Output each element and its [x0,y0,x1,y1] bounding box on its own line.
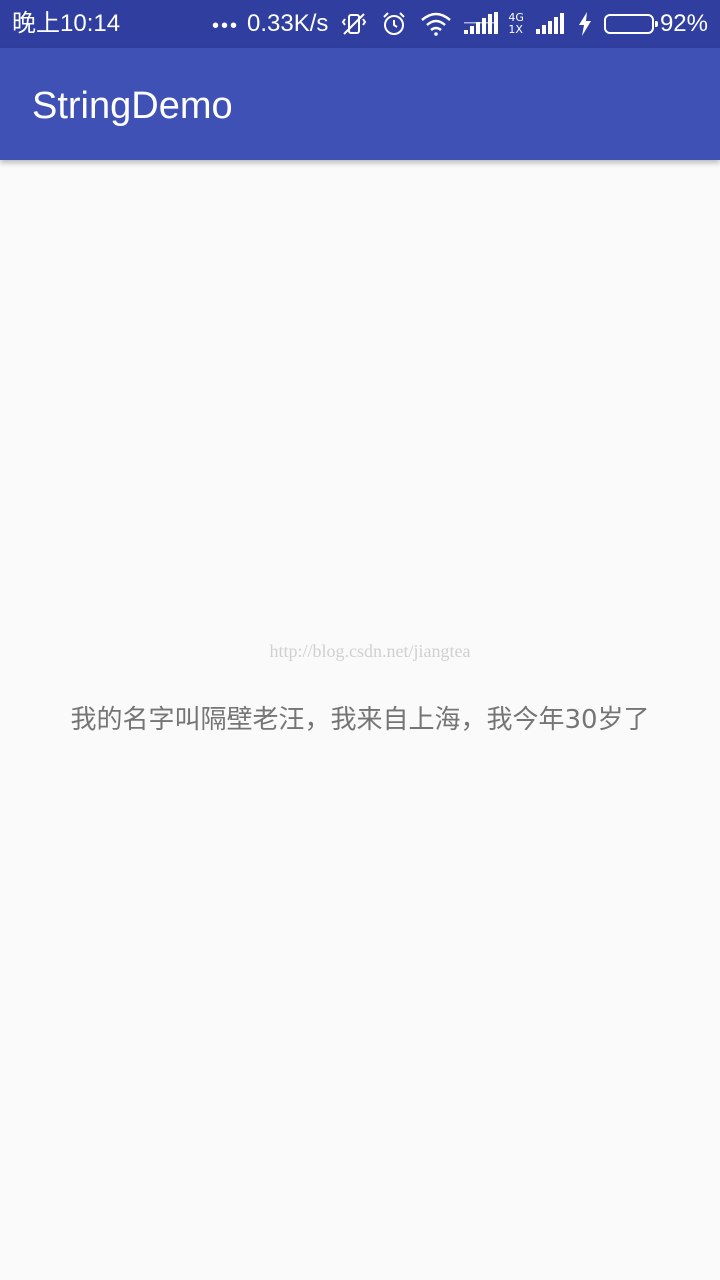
wifi-icon [420,11,452,37]
vibrate-off-icon [340,10,368,38]
network-type: 4G 1X [508,12,524,36]
network-speed-value: 0.33K/s [247,10,329,37]
network-speed: ••• 0.33K/s [212,10,328,38]
signal-4g-icon [464,12,502,36]
status-time: 晚上10:14 [12,10,121,37]
watermark-url: http://blog.csdn.net/jiangtea [269,641,471,661]
battery: 92% [603,10,708,38]
app-title: StringDemo [32,85,233,127]
battery-tip [654,21,658,27]
battery-icon [603,14,658,34]
string-text-view: 我的名字叫隔壁老汪，我来自上海，我今年30岁了 [70,705,650,735]
battery-percent: 92% [659,10,708,37]
network-type-bottom: 1X [508,23,523,36]
status-bar: 晚上10:14 ••• 0.33K/s 4G 1X 92% [0,0,720,48]
app-bar: StringDemo [0,48,720,160]
status-icons: ••• 0.33K/s 4G 1X 92% [212,8,708,40]
signal-icon [535,13,566,35]
alarm-icon [380,10,408,38]
charging-icon [578,12,592,36]
notification-dots: ••• [212,15,240,37]
